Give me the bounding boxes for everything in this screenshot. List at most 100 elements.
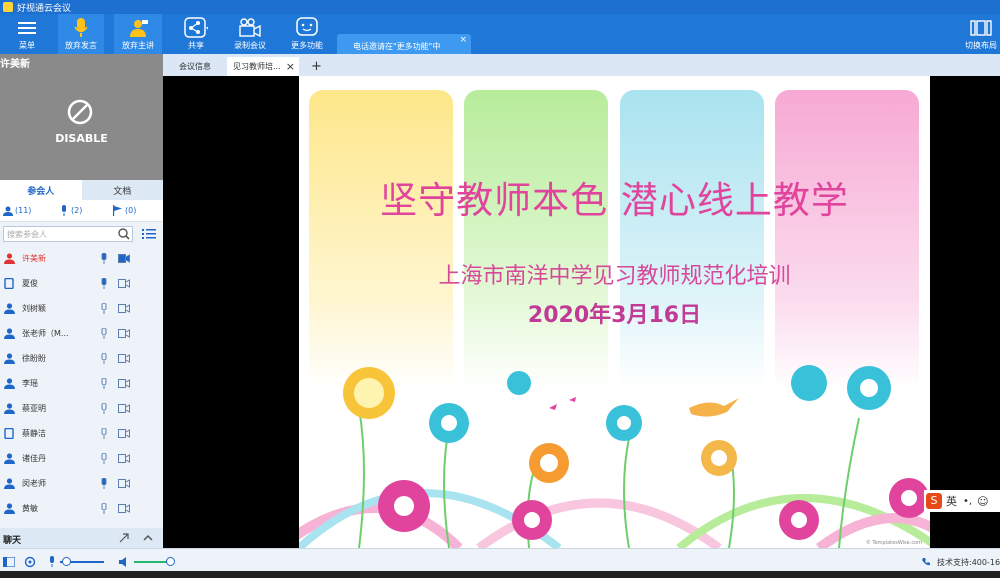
person-icon	[4, 503, 20, 514]
people-count[interactable]: (11)	[3, 206, 31, 216]
more-features-button[interactable]: 更多功能	[286, 14, 328, 54]
left-tabs: 参会人 文档	[0, 180, 163, 200]
emoji-icon[interactable]: ☺	[977, 495, 988, 508]
person-icon	[4, 328, 20, 339]
camera-icon[interactable]	[118, 454, 130, 463]
camera-icon[interactable]	[118, 379, 130, 388]
flower-decoration	[299, 365, 930, 548]
participant-row[interactable]: 刘树颖	[0, 296, 163, 321]
camera-icon[interactable]	[118, 329, 130, 338]
microphone-icon[interactable]	[100, 328, 108, 339]
add-tab-button[interactable]: +	[305, 57, 328, 76]
flag-icon	[113, 205, 122, 216]
tab-meeting-info[interactable]: 会议信息	[173, 57, 217, 76]
microphone-icon[interactable]	[100, 453, 108, 464]
participant-row[interactable]: 夏俊	[0, 271, 163, 296]
menu-button[interactable]: 菜单	[6, 14, 48, 54]
tab-participants[interactable]: 参会人	[0, 180, 82, 200]
list-view-icon[interactable]	[142, 229, 156, 239]
video-owner-name: 许美新	[0, 59, 30, 70]
participant-row[interactable]: 蔡静洁	[0, 421, 163, 446]
microphone-icon[interactable]	[100, 353, 108, 364]
switch-layout-button[interactable]: 切换布局	[962, 14, 1000, 54]
left-panel: 许美新 DISABLE 参会人 文档 (11) (2) (0) 搜索参会人 许美…	[0, 54, 163, 550]
hamburger-icon	[15, 17, 39, 39]
tab-documents[interactable]: 文档	[81, 180, 163, 200]
participant-row[interactable]: 张老师（M...	[0, 321, 163, 346]
toolbar: 菜单 放弃发言 放弃主讲 共享 录制会议 更多功能 电话邀请在"更多功能"中 ×…	[0, 14, 1000, 58]
camera-icon[interactable]	[118, 404, 130, 413]
tab-training-doc[interactable]: 见习教师培... ×	[227, 57, 299, 76]
settings-icon[interactable]	[24, 556, 36, 568]
mic-slider-handle[interactable]	[62, 557, 71, 566]
record-meeting-button[interactable]: 录制会议	[229, 14, 271, 54]
participant-row[interactable]: 闵老师	[0, 471, 163, 496]
microphone-icon[interactable]	[100, 403, 108, 414]
phone-icon	[922, 558, 930, 566]
microphone-icon[interactable]	[100, 278, 108, 289]
stop-speaking-button[interactable]: 放弃发言	[58, 14, 104, 54]
punctuation-icon[interactable]: •,	[963, 496, 972, 507]
sogou-logo-icon: S	[926, 493, 942, 509]
participant-name: 蔡亚明	[22, 404, 46, 413]
sidebar-toggle-icon[interactable]	[3, 557, 15, 567]
microphone-icon	[69, 17, 93, 39]
video-camera-icon	[238, 17, 262, 39]
camera-icon[interactable]	[118, 279, 130, 288]
participant-name: 黄敏	[22, 504, 38, 513]
participant-search-input[interactable]: 搜索参会人	[3, 226, 133, 242]
camera-icon[interactable]	[118, 504, 130, 513]
participant-name: 李瑶	[22, 379, 38, 388]
layout-icon	[969, 17, 993, 39]
participant-list: 许美新夏俊刘树颖张老师（M... 徐盼盼李瑶蔡亚明蔡静洁诸佳丹闵老师黄敏	[0, 246, 163, 521]
camera-icon[interactable]	[118, 254, 130, 263]
close-tip-icon[interactable]: ×	[459, 35, 467, 45]
cyan-band	[620, 90, 764, 390]
camera-icon[interactable]	[118, 479, 130, 488]
participant-name: 闵老师	[22, 479, 46, 488]
camera-icon[interactable]	[118, 429, 130, 438]
participant-name: 诸佳丹	[22, 454, 46, 463]
disabled-icon	[67, 99, 93, 125]
microphone-icon[interactable]	[100, 503, 108, 514]
chevron-up-icon[interactable]	[142, 532, 154, 544]
microphone-icon	[62, 205, 66, 216]
microphone-icon[interactable]	[100, 428, 108, 439]
participant-row[interactable]: 许美新	[0, 246, 163, 271]
slide-date: 2020年3月16日	[527, 303, 702, 328]
participant-row[interactable]: 蔡亚明	[0, 396, 163, 421]
mic-level-icon[interactable]	[47, 556, 57, 568]
person-icon	[3, 206, 13, 216]
ime-toolbar[interactable]: S 英 •, ☺	[924, 490, 1000, 512]
participant-name: 张老师（M...	[22, 329, 69, 338]
speakers-count[interactable]: (2)	[60, 205, 82, 216]
search-icon[interactable]	[118, 228, 130, 240]
speaker-slider-handle[interactable]	[166, 557, 175, 566]
chat-header[interactable]: 聊天	[0, 528, 163, 550]
participant-name: 刘树颖	[22, 304, 46, 313]
close-tab-icon[interactable]: ×	[286, 60, 295, 73]
stop-presenting-button[interactable]: 放弃主讲	[114, 14, 162, 54]
flags-count[interactable]: (0)	[112, 205, 136, 216]
participant-row[interactable]: 诸佳丹	[0, 446, 163, 471]
microphone-icon[interactable]	[100, 253, 108, 264]
camera-icon[interactable]	[118, 304, 130, 313]
pop-out-icon[interactable]	[118, 532, 130, 544]
app-logo-icon	[3, 2, 13, 12]
phone-device-icon	[4, 428, 20, 439]
share-button[interactable]: 共享	[176, 14, 216, 54]
microphone-icon[interactable]	[100, 378, 108, 389]
presenter-icon	[126, 17, 150, 39]
participant-name: 夏俊	[22, 279, 38, 288]
speaker-icon[interactable]	[118, 556, 130, 568]
participant-row[interactable]: 黄敏	[0, 496, 163, 521]
participant-row[interactable]: 李瑶	[0, 371, 163, 396]
green-band	[464, 90, 608, 390]
microphone-icon[interactable]	[100, 478, 108, 489]
microphone-icon[interactable]	[100, 303, 108, 314]
person-icon	[4, 378, 20, 389]
camera-icon[interactable]	[118, 354, 130, 363]
participant-row[interactable]: 徐盼盼	[0, 346, 163, 371]
person-icon	[4, 253, 20, 264]
share-icon	[184, 17, 208, 39]
